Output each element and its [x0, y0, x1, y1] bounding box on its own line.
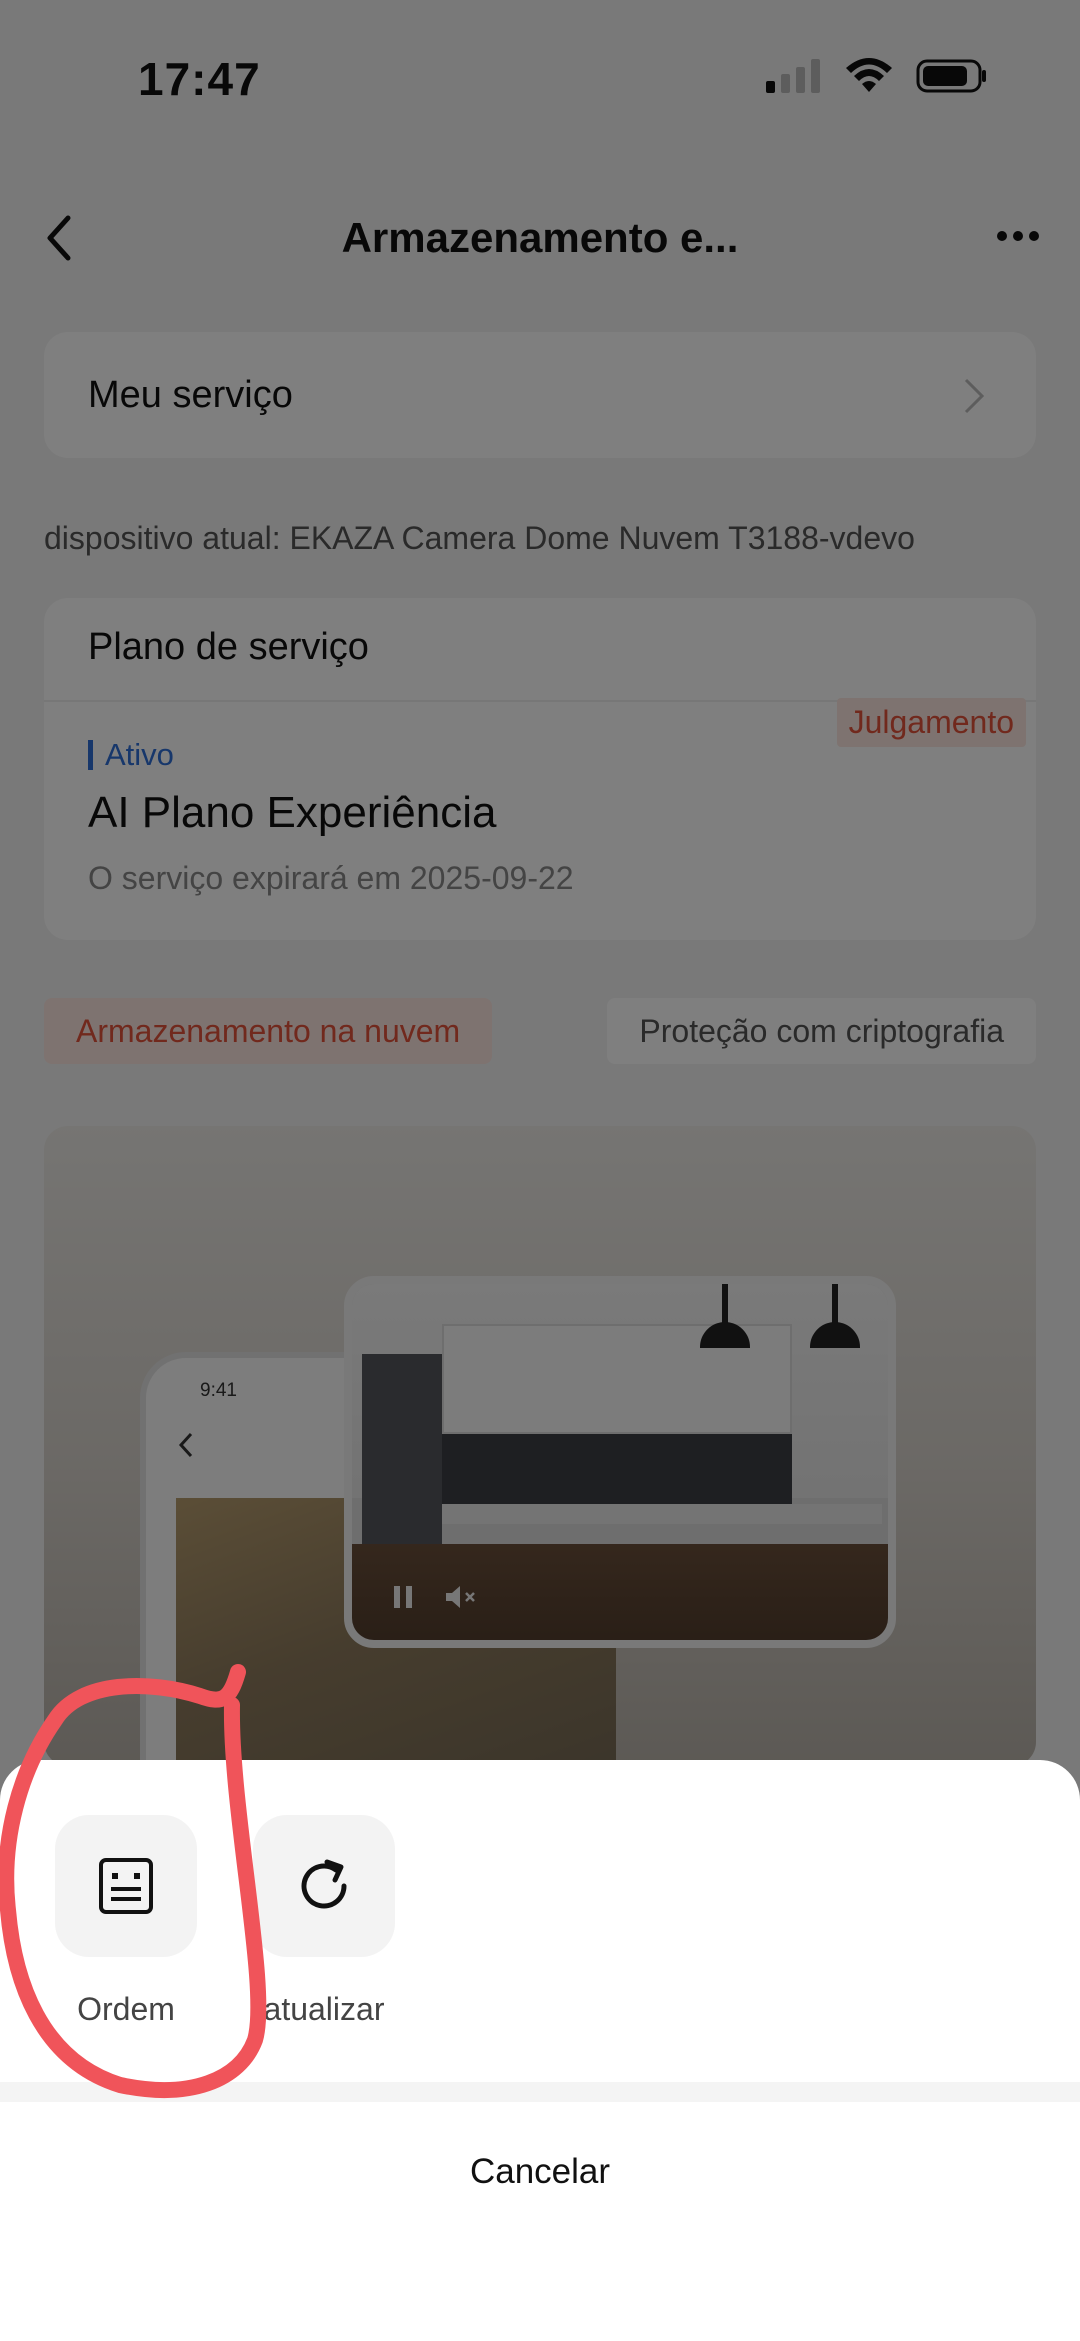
sheet-separator — [0, 2082, 1080, 2102]
action-sheet: Ordem atualizar Cancelar — [0, 1760, 1080, 2341]
refresh-action-tile[interactable] — [253, 1815, 395, 1957]
order-list-icon — [99, 1858, 153, 1914]
refresh-icon — [301, 1859, 347, 1909]
order-action-tile[interactable] — [55, 1815, 197, 1957]
order-action-label: Ordem — [77, 1991, 175, 2027]
refresh-action-label: atualizar — [263, 1991, 385, 2027]
order-action-button[interactable]: Ordem — [55, 1815, 197, 2028]
cancel-button[interactable]: Cancelar — [0, 2152, 1080, 2192]
refresh-action-button[interactable]: atualizar — [253, 1815, 395, 2028]
